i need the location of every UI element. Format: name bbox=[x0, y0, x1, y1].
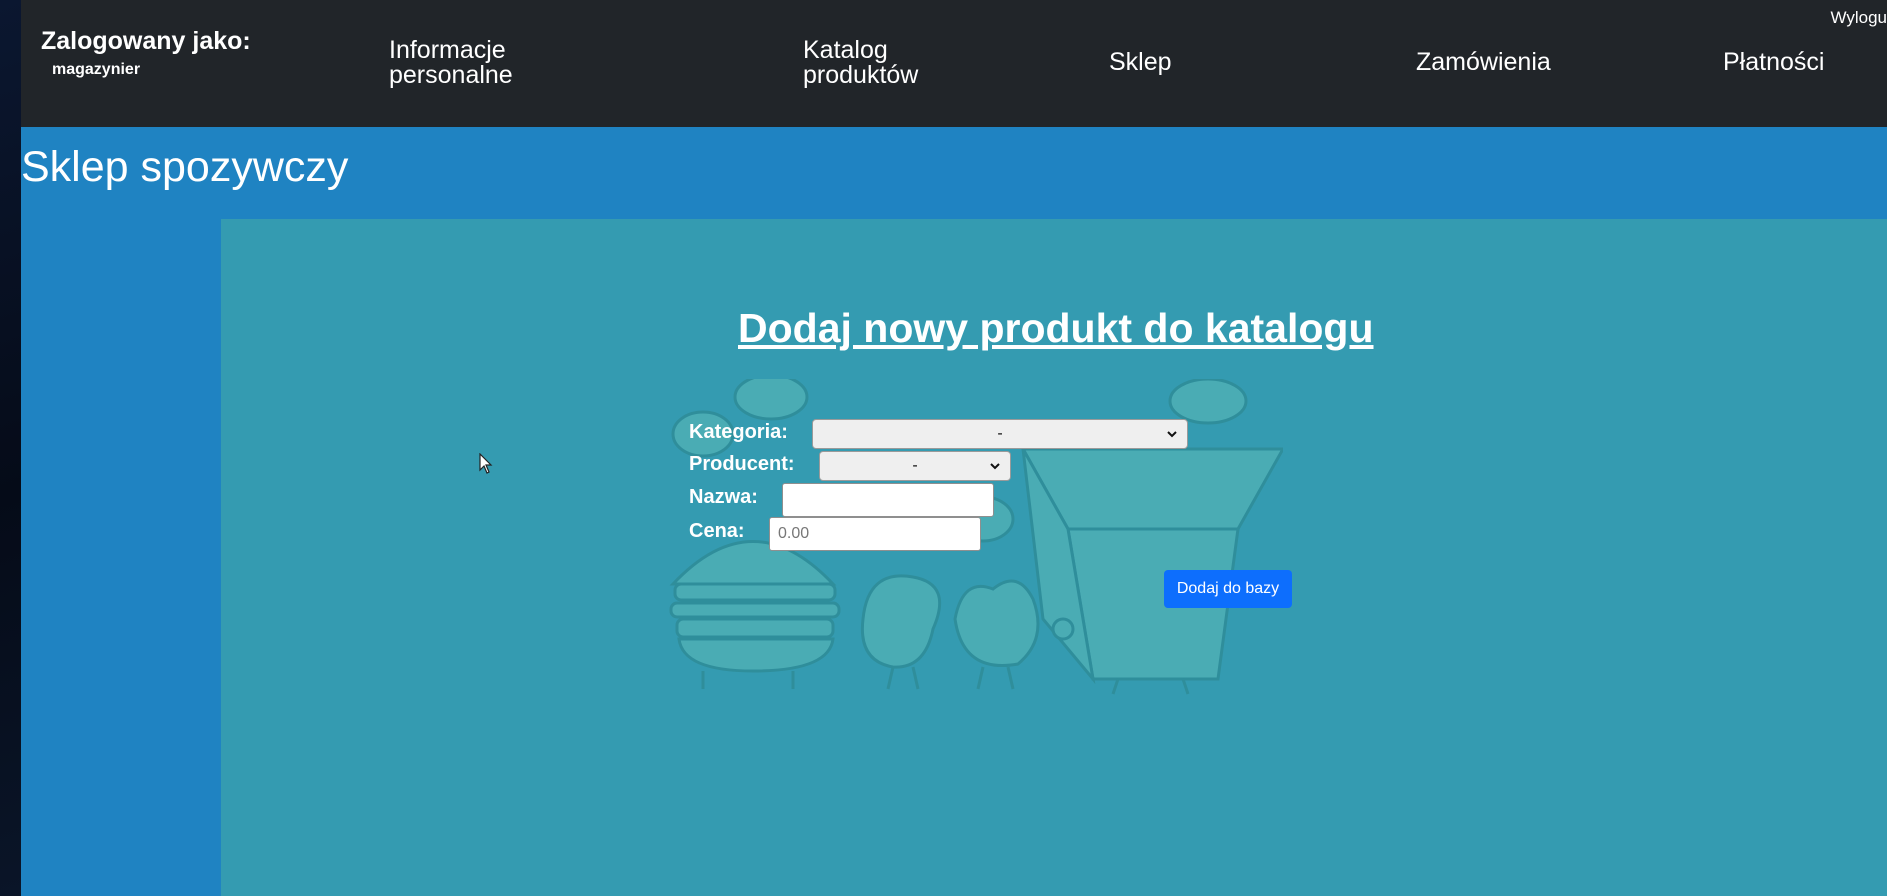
nav-link-orders-label: Zamówienia bbox=[1416, 48, 1551, 76]
logged-in-user-block: Zalogowany jako: magazynier bbox=[41, 26, 251, 79]
logged-in-username: magazynier bbox=[52, 61, 141, 78]
producer-label: Producent: bbox=[689, 453, 795, 475]
chevron-down-icon bbox=[990, 463, 1000, 470]
form-heading: Dodaj nowy produkt do katalogu bbox=[738, 305, 1374, 351]
nav-link-payments-label: Płatności bbox=[1723, 48, 1825, 76]
page-title: Sklep spozywczy bbox=[21, 143, 349, 191]
name-input[interactable] bbox=[782, 483, 994, 517]
nav-link-product-catalog[interactable]: Katalog produktów bbox=[803, 38, 918, 88]
logout-link[interactable]: Wylogu bbox=[1830, 8, 1887, 28]
chevron-down-icon bbox=[1167, 431, 1177, 438]
price-label: Cena: bbox=[689, 520, 745, 542]
category-select-value: - bbox=[997, 425, 1003, 442]
nav-link-personal-info-line2: personalne bbox=[389, 61, 513, 89]
producer-select[interactable]: - bbox=[819, 451, 1011, 481]
nav-link-shop[interactable]: Sklep bbox=[1109, 50, 1172, 75]
nav-link-product-catalog-line2: produktów bbox=[803, 61, 919, 89]
nav-link-payments[interactable]: Płatności bbox=[1723, 50, 1824, 75]
desktop-background-edge bbox=[0, 0, 21, 896]
nav-link-orders[interactable]: Zamówienia bbox=[1416, 50, 1551, 75]
nav-link-personal-info-line1: Informacje bbox=[389, 36, 506, 64]
nav-link-product-catalog-line1: Katalog bbox=[803, 36, 888, 64]
category-select[interactable]: - bbox=[812, 419, 1188, 449]
category-label: Kategoria: bbox=[689, 421, 788, 443]
top-navbar: Zalogowany jako: magazynier Informacje p… bbox=[21, 0, 1887, 127]
producer-select-value: - bbox=[912, 457, 918, 474]
mouse-pointer-icon bbox=[479, 453, 493, 474]
speech-bubble-shape bbox=[733, 379, 809, 421]
name-label: Nazwa: bbox=[689, 486, 758, 508]
price-input[interactable] bbox=[769, 517, 981, 551]
main-content-panel: Dodaj nowy produkt do katalogu Kategoria… bbox=[221, 219, 1887, 896]
nav-link-personal-info[interactable]: Informacje personalne bbox=[389, 38, 513, 88]
add-to-database-button[interactable]: Dodaj do bazy bbox=[1164, 570, 1292, 608]
logged-in-label: Zalogowany jako: bbox=[41, 27, 251, 55]
nav-link-shop-label: Sklep bbox=[1109, 48, 1172, 76]
page: Zalogowany jako: magazynier Informacje p… bbox=[21, 0, 1887, 896]
